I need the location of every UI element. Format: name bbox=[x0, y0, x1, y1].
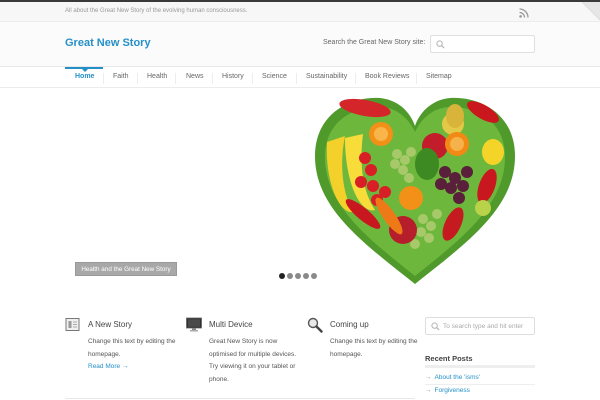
fruit-heart-image bbox=[315, 97, 515, 284]
feature-text: Change this text by editing the homepage… bbox=[88, 338, 176, 358]
sidebar-search-input[interactable]: To search type and hit enter bbox=[425, 317, 535, 335]
header-search-label: Search the Great New Story site: bbox=[323, 39, 426, 46]
content-divider bbox=[65, 398, 415, 399]
rss-icon[interactable] bbox=[519, 8, 529, 18]
feature-box-new-story: A New Story Change this text by editing … bbox=[65, 317, 185, 377]
header-search-input[interactable] bbox=[430, 35, 535, 53]
feature-box-coming-up: Coming up Change this text by editing th… bbox=[307, 317, 427, 367]
page-corner-icon bbox=[582, 2, 600, 20]
read-more-link[interactable]: Read More → bbox=[88, 363, 128, 370]
feature-text: Change this text by editing the homepage… bbox=[330, 338, 418, 358]
nav-item-book-reviews[interactable]: Book Reviews bbox=[365, 73, 409, 80]
slider-dot[interactable] bbox=[287, 273, 293, 279]
nav-item-history[interactable]: History bbox=[222, 73, 244, 80]
monitor-icon bbox=[186, 317, 202, 332]
nav-separator bbox=[252, 73, 253, 84]
nav-separator bbox=[137, 73, 138, 84]
magnifier-icon bbox=[307, 317, 323, 333]
recent-post-title: Forgiveness bbox=[434, 387, 470, 394]
nav-separator bbox=[355, 73, 356, 84]
nav-separator bbox=[103, 73, 104, 84]
feature-title: A New Story bbox=[88, 320, 133, 329]
recent-post-link[interactable]: → About the 'isms' bbox=[425, 374, 480, 381]
feature-box-multi-device: Multi Device Great New Story is now opti… bbox=[186, 317, 306, 387]
arrow-right-icon: → bbox=[425, 374, 432, 381]
magnifier-icon bbox=[431, 322, 440, 331]
nav-separator bbox=[175, 73, 176, 84]
site-title[interactable]: Great New Story bbox=[65, 37, 151, 49]
slider-dot[interactable] bbox=[295, 273, 301, 279]
recent-posts-divider bbox=[425, 365, 535, 368]
slider-dot[interactable] bbox=[311, 273, 317, 279]
nav-item-science[interactable]: Science bbox=[262, 73, 287, 80]
feature-text: Great New Story is now optimised for mul… bbox=[209, 338, 297, 383]
feature-title: Multi Device bbox=[209, 320, 253, 329]
feature-title: Coming up bbox=[330, 320, 369, 329]
main-nav: Home Faith Health News History Science S… bbox=[0, 67, 600, 88]
sidebar-search-placeholder: To search type and hit enter bbox=[443, 323, 524, 330]
nav-separator bbox=[296, 73, 297, 84]
nav-item-news[interactable]: News bbox=[186, 73, 204, 80]
top-bar: All about the Great New Story of the evo… bbox=[0, 0, 600, 22]
document-icon bbox=[65, 318, 80, 331]
recent-post-link[interactable]: → Forgiveness bbox=[425, 387, 470, 394]
hero-slider[interactable]: Health and the Great New Story bbox=[65, 92, 535, 287]
recent-post-divider bbox=[425, 384, 535, 385]
site-header: Great New Story Search the Great New Sto… bbox=[0, 22, 600, 67]
arrow-right-icon: → bbox=[425, 387, 432, 394]
site-tagline: All about the Great New Story of the evo… bbox=[65, 8, 248, 14]
nav-item-home[interactable]: Home bbox=[75, 73, 94, 80]
nav-item-faith[interactable]: Faith bbox=[113, 73, 129, 80]
recent-post-title: About the 'isms' bbox=[434, 374, 480, 381]
nav-item-health[interactable]: Health bbox=[147, 73, 167, 80]
nav-separator bbox=[212, 73, 213, 84]
nav-item-sustainability[interactable]: Sustainability bbox=[306, 73, 347, 80]
slider-dot[interactable] bbox=[303, 273, 309, 279]
nav-item-sitemap[interactable]: Sitemap bbox=[426, 73, 452, 80]
slide-caption[interactable]: Health and the Great New Story bbox=[75, 262, 177, 276]
nav-active-pointer bbox=[82, 69, 88, 72]
slider-dot[interactable] bbox=[279, 273, 285, 279]
magnifier-icon bbox=[436, 40, 445, 49]
nav-separator bbox=[416, 73, 417, 84]
recent-posts-heading: Recent Posts bbox=[425, 354, 473, 363]
